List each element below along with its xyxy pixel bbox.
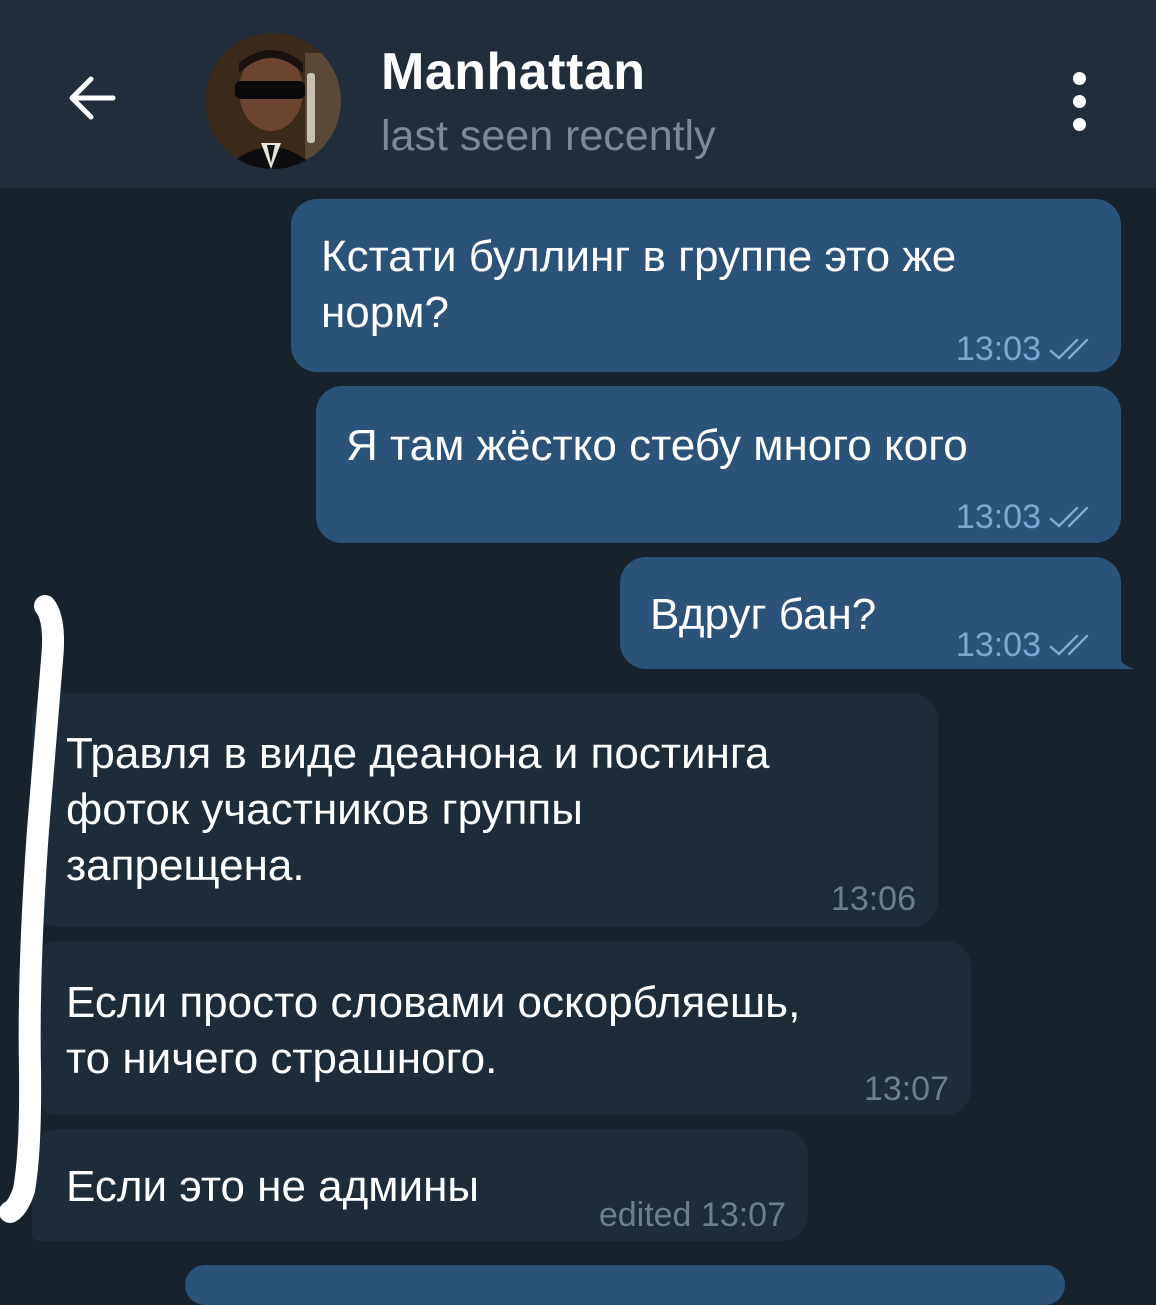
- message-meta: 13:03: [956, 321, 1099, 377]
- more-vertical-icon[interactable]: [1052, 66, 1106, 136]
- message-line: запрещена.: [66, 841, 305, 890]
- double-check-icon: [1049, 337, 1099, 361]
- menu-dot: [1072, 94, 1086, 108]
- avatar-image: [205, 33, 341, 169]
- message-text: Травля в виде деанона и постинга фоток у…: [66, 726, 769, 894]
- message-line: Травля в виде деанона и постинга: [66, 729, 770, 778]
- message-bubble-incoming[interactable]: Если это не админы edited 13:07: [32, 1129, 808, 1241]
- message-time: 13:07: [863, 1070, 949, 1108]
- avatar[interactable]: [205, 33, 341, 169]
- message-bubble-outgoing-partial[interactable]: [185, 1265, 1065, 1305]
- message-bubble-outgoing[interactable]: Вдруг бан? 13:03: [620, 557, 1135, 669]
- message-text: Вдруг бан?: [650, 590, 877, 639]
- message-bubble-outgoing[interactable]: Я там жёстко стебу много кого 13:03: [316, 386, 1121, 543]
- chat-title[interactable]: Manhattan: [381, 42, 646, 102]
- message-meta: edited 13:07: [599, 1187, 786, 1243]
- message-meta: 13:06: [831, 871, 916, 927]
- message-time: 13:03: [955, 626, 1041, 664]
- message-bubble-outgoing[interactable]: Кстати буллинг в группе это же норм? 13:…: [291, 199, 1121, 372]
- menu-dot: [1072, 117, 1086, 131]
- message-time: edited 13:07: [598, 1196, 786, 1234]
- back-button[interactable]: [55, 62, 127, 134]
- message-text: Кстати буллинг в группе это же норм?: [321, 229, 956, 341]
- menu-dot: [1072, 71, 1086, 85]
- message-time: 13:06: [830, 880, 916, 918]
- arrow-left-icon: [69, 76, 116, 120]
- message-time: 13:03: [955, 330, 1041, 368]
- message-meta: 13:03: [956, 489, 1099, 545]
- bubble-tail: [1115, 649, 1135, 669]
- message-bubble-incoming[interactable]: Травля в виде деанона и постинга фоток у…: [32, 693, 938, 927]
- message-line: Если просто словами оскорбляешь,: [66, 978, 801, 1027]
- message-bubble-incoming[interactable]: Если просто словами оскорбляешь, то ниче…: [32, 941, 971, 1115]
- message-time: 13:03: [955, 498, 1041, 536]
- message-meta: 13:07: [864, 1061, 949, 1117]
- message-line: норм?: [321, 288, 449, 337]
- message-text: Если просто словами оскорбляешь, то ниче…: [66, 975, 800, 1087]
- double-check-icon: [1049, 633, 1099, 657]
- message-meta: 13:03: [956, 617, 1099, 673]
- message-line: то ничего страшного.: [66, 1034, 498, 1083]
- chat-status: last seen recently: [381, 112, 716, 160]
- message-line: фоток участников группы: [66, 785, 583, 834]
- chat-header: Manhattan last seen recently: [0, 0, 1156, 188]
- message-text: Я там жёстко стебу много кого: [346, 421, 968, 470]
- double-check-icon: [1049, 505, 1099, 529]
- message-line: Кстати буллинг в группе это же: [321, 232, 957, 281]
- message-text: Если это не админы: [66, 1162, 480, 1211]
